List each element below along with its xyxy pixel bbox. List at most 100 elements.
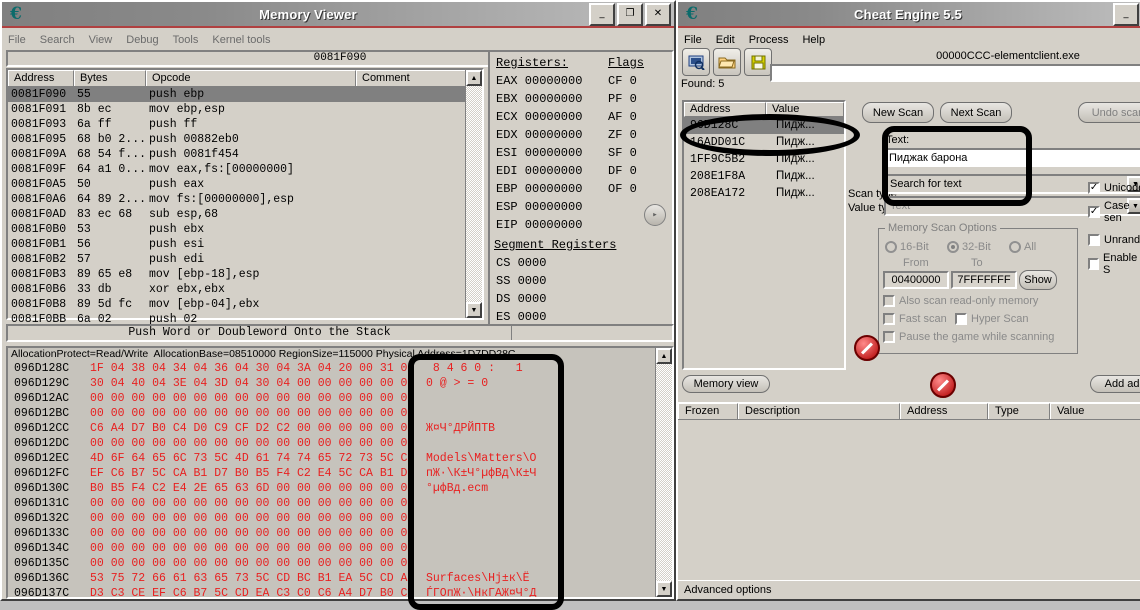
hexview-row[interactable]: 096D134C 00 00 00 00 00 00 00 00 00 00 00… (8, 541, 672, 556)
radio-32bit[interactable] (947, 241, 959, 253)
memory-viewer-titlebar[interactable]: € Memory Viewer _ ❐ ✕ (2, 2, 674, 28)
cheat-table-body[interactable] (678, 419, 1140, 585)
radio-all[interactable] (1009, 241, 1021, 253)
hexview-row[interactable]: 096D12CC C6 A4 D7 B0 C4 D0 C9 CF D2 C2 00… (8, 421, 672, 436)
speedhack-checkbox-row[interactable]: Enable S (1088, 252, 1140, 276)
results-column-address[interactable]: Address (684, 102, 766, 117)
disassembly-row[interactable]: 0081F0A6 64 89 2... mov fs:[00000000],esp (8, 192, 482, 207)
close-button[interactable]: ✕ (645, 2, 671, 26)
menu-item-search[interactable]: Search (40, 34, 75, 46)
register-row[interactable]: EAX 00000000 CF 0 (490, 72, 672, 90)
unicode-checkbox[interactable]: ✓ (1088, 182, 1100, 194)
maximize-button[interactable]: ❐ (617, 2, 643, 26)
disassembly-row[interactable]: 0081F093 6a ff push ff (8, 117, 482, 132)
disassembly-row[interactable]: 0081F0B1 56 push esi (8, 237, 482, 252)
hexview-row[interactable]: 096D12EC 4D 6F 64 65 6C 73 5C 4D 61 74 74… (8, 451, 672, 466)
open-process-icon[interactable] (682, 48, 710, 76)
stop-scan-icon-2[interactable] (930, 372, 956, 398)
hex-scroll-track[interactable] (656, 364, 672, 581)
pause-game-checkbox-row[interactable]: Pause the game while scanning (883, 331, 1054, 343)
column-header-comment[interactable]: Comment (356, 70, 482, 86)
register-row[interactable]: EDX 00000000 ZF 0 (490, 126, 672, 144)
disassembly-row[interactable]: 0081F09A 68 54 f... push 0081f454 (8, 147, 482, 162)
hexview-row[interactable]: 096D12DC 00 00 00 00 00 00 00 00 00 00 00… (8, 436, 672, 451)
unrandomizer-checkbox-row[interactable]: Unrandom (1088, 234, 1140, 246)
cheat-table-column-frozen[interactable]: Frozen (678, 403, 738, 420)
hexview-row[interactable]: 096D129C 30 04 40 04 3E 04 3D 04 30 04 00… (8, 376, 672, 391)
expand-registers-icon[interactable]: ▸ (644, 204, 666, 226)
pause-game-checkbox[interactable] (883, 331, 895, 343)
ce-menu-item-help[interactable]: Help (802, 34, 825, 46)
register-row[interactable]: ECX 00000000 AF 0 (490, 108, 672, 126)
register-row[interactable]: EBP 00000000 OF 0 (490, 180, 672, 198)
register-row[interactable]: EBX 00000000 PF 0 (490, 90, 672, 108)
next-scan-button[interactable]: Next Scan (940, 102, 1012, 123)
scan-result-row[interactable]: 16ADD01C Пидж... (684, 134, 844, 151)
scan-result-row[interactable]: 1FF9C5B2 Пидж... (684, 151, 844, 168)
register-row[interactable]: EDI 00000000 DF 0 (490, 162, 672, 180)
menu-item-debug[interactable]: Debug (126, 34, 158, 46)
disassembly-row[interactable]: 0081F0AD 83 ec 68 sub esp,68 (8, 207, 482, 222)
stop-scan-icon[interactable] (854, 335, 880, 361)
ce-menu-item-file[interactable]: File (684, 34, 702, 46)
radio-16bit-row[interactable]: 16-Bit (885, 241, 929, 253)
disassembly-row[interactable]: 0081F0B0 53 push ebx (8, 222, 482, 237)
add-address-button[interactable]: Add addre (1090, 375, 1140, 393)
scroll-down-icon[interactable]: ▼ (466, 302, 482, 318)
hexview-row[interactable]: 096D12AC 00 00 00 00 00 00 00 00 00 00 00… (8, 391, 672, 406)
scan-result-row[interactable]: 96D128C Пидж... (684, 117, 844, 134)
menu-item-kernel-tools[interactable]: Kernel tools (212, 34, 270, 46)
column-header-address[interactable]: Address (8, 70, 74, 86)
disassembly-row[interactable]: 0081F0A5 50 push eax (8, 177, 482, 192)
advanced-options-status[interactable]: Advanced options (678, 580, 1140, 599)
scroll-track[interactable] (466, 86, 482, 302)
register-row[interactable]: ESI 00000000 SF 0 (490, 144, 672, 162)
disassembly-row[interactable]: 0081F0B3 89 65 e8 mov [ebp-18],esp (8, 267, 482, 282)
hyper-scan-checkbox[interactable] (955, 313, 967, 325)
ce-menu-item-edit[interactable]: Edit (716, 34, 735, 46)
radio-all-row[interactable]: All (1009, 241, 1036, 253)
disassembly-row[interactable]: 0081F090 55 push ebp (8, 87, 482, 102)
scroll-up-icon[interactable]: ▲ (466, 70, 482, 86)
disassembly-row[interactable]: 0081F0B8 89 5d fc mov [ebp-04],ebx (8, 297, 482, 312)
case-sensitive-checkbox[interactable]: ✓ (1088, 206, 1100, 218)
hexview-row[interactable]: 096D132C 00 00 00 00 00 00 00 00 00 00 00… (8, 511, 672, 526)
hexview-row[interactable]: 096D12BC 00 00 00 00 00 00 00 00 00 00 00… (8, 406, 672, 421)
scan-from-input[interactable]: 00400000 (883, 271, 949, 289)
disassembly-scrollbar[interactable]: ▲ ▼ (465, 70, 482, 318)
cheat-table-column-description[interactable]: Description (738, 403, 900, 420)
hex-scroll-up-icon[interactable]: ▲ (656, 348, 672, 364)
results-column-value[interactable]: Value (766, 102, 844, 117)
scan-result-row[interactable]: 208EA172 Пидж... (684, 185, 844, 202)
disassembly-row[interactable]: 0081F095 68 b0 2... push 00882eb0 (8, 132, 482, 147)
cheat-table-column-value[interactable]: Value (1050, 403, 1140, 420)
column-header-bytes[interactable]: Bytes (74, 70, 146, 86)
unicode-checkbox-row[interactable]: ✓ Unicode (1088, 182, 1140, 194)
cheat-table-column-address[interactable]: Address (900, 403, 988, 420)
undo-scan-button[interactable]: Undo scan (1078, 102, 1140, 123)
save-file-icon[interactable] (744, 48, 772, 76)
radio-16bit[interactable] (885, 241, 897, 253)
disassembly-row[interactable]: 0081F0B6 33 db xor ebx,ebx (8, 282, 482, 297)
hex-scroll-down-icon[interactable]: ▼ (656, 581, 672, 597)
column-header-opcode[interactable]: Opcode (146, 70, 356, 86)
hexview-scrollbar[interactable]: ▲ ▼ (655, 348, 672, 597)
hexview-row[interactable]: 096D135C 00 00 00 00 00 00 00 00 00 00 00… (8, 556, 672, 571)
search-text-input[interactable]: Пиджак барона (884, 148, 1140, 167)
readonly-checkbox-row[interactable]: Also scan read-only memory (883, 295, 1038, 307)
unrandomizer-checkbox[interactable] (1088, 234, 1100, 246)
hexview-row[interactable]: 096D131C 00 00 00 00 00 00 00 00 00 00 00… (8, 496, 672, 511)
new-scan-button[interactable]: New Scan (862, 102, 934, 123)
hexview-row[interactable]: 096D133C 00 00 00 00 00 00 00 00 00 00 00… (8, 526, 672, 541)
hexview-row[interactable]: 096D137C D3 C3 CE EF C6 B7 5C CD EA C3 C0… (8, 586, 672, 597)
fast-scan-checkbox-row[interactable]: Fast scan (883, 313, 947, 325)
radio-32bit-row[interactable]: 32-Bit (947, 241, 991, 253)
process-value-field[interactable] (770, 64, 1140, 82)
case-sensitive-checkbox-row[interactable]: ✓ Case sen (1088, 200, 1140, 224)
hexview-row[interactable]: 096D130C B0 B5 F4 C2 E4 2E 65 63 6D 00 00… (8, 481, 672, 496)
menu-item-file[interactable]: File (8, 34, 26, 46)
menu-item-view[interactable]: View (89, 34, 113, 46)
ce-minimize-button[interactable]: _ (1113, 2, 1139, 26)
minimize-button[interactable]: _ (589, 2, 615, 26)
scan-to-input[interactable]: 7FFFFFFF (951, 271, 1017, 289)
